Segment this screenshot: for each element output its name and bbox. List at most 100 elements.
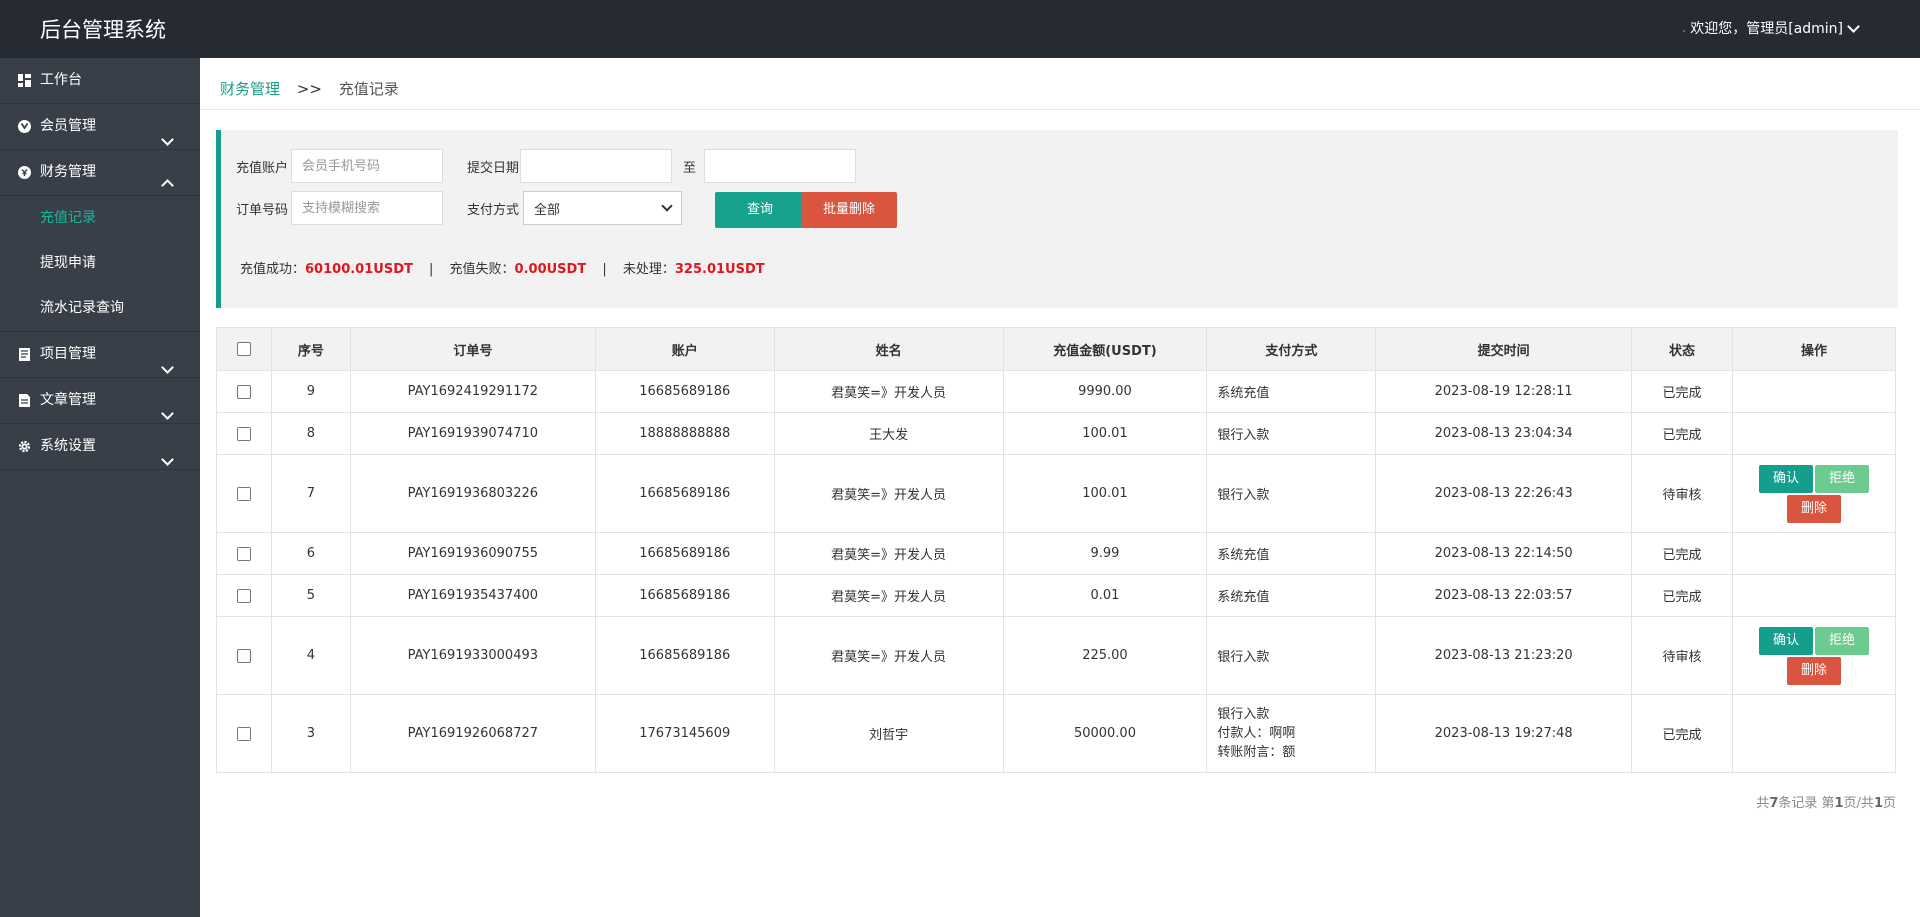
cell-time: 2023-08-13 22:03:57 (1375, 574, 1633, 617)
cell-amount: 50000.00 (1002, 694, 1208, 773)
reject-button[interactable]: 拒绝 (1815, 464, 1870, 493)
cell-no: 9 (270, 370, 351, 413)
cell-time: 2023-08-13 19:27:48 (1375, 694, 1633, 773)
pay-method-text: 银行入款 (1217, 707, 1270, 722)
row-checkbox[interactable] (236, 648, 251, 663)
cell-no: 3 (270, 694, 351, 773)
row-checkbox[interactable] (236, 384, 251, 399)
batch-delete-button[interactable]: 批量删除 (801, 192, 897, 228)
top-bar: 后台管理系统 . 欢迎您，管理员[admin] (0, 0, 1920, 58)
delete-button[interactable]: 删除 (1786, 494, 1841, 523)
success-label: 充值成功： (240, 262, 306, 277)
project-icon (19, 348, 30, 361)
confirm-button[interactable]: 确认 (1758, 464, 1813, 493)
row-select[interactable] (216, 370, 272, 413)
reject-button[interactable]: 拒绝 (1815, 626, 1870, 655)
finance-icon (18, 166, 31, 179)
row-select[interactable] (216, 412, 272, 455)
cell-status: 待审核 (1631, 616, 1733, 695)
sidebar-item-dashboard[interactable]: 工作台 (0, 58, 200, 104)
row-checkbox[interactable] (236, 546, 251, 561)
row-select[interactable] (216, 694, 272, 773)
cell-pay: 系统充值 (1206, 574, 1377, 617)
user-menu[interactable]: . 欢迎您，管理员[admin] (1682, 18, 1860, 38)
column-header: 序号 (270, 327, 351, 371)
cell-actions: 确认 拒绝 删除 (1732, 454, 1896, 533)
cell-no: 6 (270, 532, 351, 575)
row-checkbox[interactable] (236, 726, 251, 741)
cell-time: 2023-08-19 12:28:11 (1375, 370, 1633, 413)
stats-separator: | (429, 262, 434, 277)
row-select[interactable] (216, 574, 272, 617)
sidebar-subitem-withdraw-requests[interactable]: 提现申请 (0, 241, 200, 286)
date-from-input[interactable] (520, 149, 672, 183)
cell-amount: 100.01 (1002, 454, 1208, 533)
sidebar-item-settings[interactable]: 系统设置 (0, 424, 200, 470)
breadcrumb: 财务管理 >> 充值记录 (220, 78, 399, 99)
pay-method-selected: 全部 (534, 202, 561, 218)
sidebar-subitem-flow-records[interactable]: 流水记录查询 (0, 286, 200, 331)
date-label: 提交日期 (467, 161, 520, 176)
cell-time: 2023-08-13 22:26:43 (1375, 454, 1633, 533)
delete-button[interactable]: 删除 (1786, 656, 1841, 685)
account-input[interactable] (291, 149, 443, 183)
sidebar: 工作台 会员管理 财务管理 充值记录 提现申请 流水记录查询 项目管理 文章管理 (0, 58, 200, 917)
cell-pay: 系统充值 (1206, 370, 1377, 413)
confirm-button[interactable]: 确认 (1758, 626, 1813, 655)
cell-status: 已完成 (1631, 532, 1733, 575)
cell-amount: 225.00 (1002, 616, 1208, 695)
order-input[interactable] (291, 191, 443, 225)
cell-pay: 系统充值 (1206, 532, 1377, 575)
cell-actions (1732, 412, 1896, 455)
sidebar-item-finance[interactable]: 财务管理 (0, 150, 200, 196)
cell-status: 已完成 (1631, 370, 1733, 413)
date-to-input[interactable] (704, 149, 856, 183)
pagination-info: 共7条记录 第1页/共1页 (1756, 792, 1896, 811)
cell-actions: 确认 拒绝 删除 (1732, 616, 1896, 695)
cell-account: 16685689186 (594, 454, 775, 533)
row-checkbox[interactable] (236, 426, 251, 441)
cell-name: 刘哲宇 (773, 694, 1004, 773)
breadcrumb-parent[interactable]: 财务管理 (220, 80, 280, 98)
user-label: 欢迎您，管理员[admin] (1690, 21, 1843, 37)
pay-method-select[interactable]: 全部 (523, 191, 682, 225)
sidebar-item-members[interactable]: 会员管理 (0, 104, 200, 150)
cell-no: 4 (270, 616, 351, 695)
cell-order: PAY1692419291172 (349, 370, 596, 413)
query-button[interactable]: 查询 (715, 192, 805, 228)
row-checkbox[interactable] (236, 486, 251, 501)
cell-name: 君莫笑=》开发人员 (773, 574, 1004, 617)
row-select[interactable] (216, 616, 272, 695)
filter-panel: 充值账户 提交日期 至 订单号码 支付方式 全部 查询 批量删除 充值成功：60… (216, 130, 1898, 308)
row-select[interactable] (216, 454, 272, 533)
table-row: 8 PAY1691939074710 18888888888 王大发 100.0… (216, 412, 1896, 455)
column-header: 姓名 (773, 327, 1004, 371)
pager-text: 条记录 第 (1778, 796, 1835, 811)
sidebar-item-projects[interactable]: 项目管理 (0, 331, 200, 378)
cell-name: 王大发 (773, 412, 1004, 455)
fail-label: 充值失败： (449, 262, 515, 277)
dashboard-icon (18, 74, 31, 87)
sidebar-item-label: 财务管理 (40, 164, 96, 180)
pager-text: 共 (1756, 796, 1770, 811)
cell-status: 待审核 (1631, 454, 1733, 533)
column-header: 订单号 (349, 327, 596, 371)
gear-icon (18, 440, 31, 453)
row-checkbox[interactable] (236, 588, 251, 603)
cell-name: 君莫笑=》开发人员 (773, 616, 1004, 695)
cell-status: 已完成 (1631, 574, 1733, 617)
row-select[interactable] (216, 532, 272, 575)
cell-amount: 100.01 (1002, 412, 1208, 455)
pager-total: 7 (1769, 796, 1779, 811)
cell-account: 16685689186 (594, 574, 775, 617)
stats-separator: | (602, 262, 607, 277)
date-to-label: 至 (683, 161, 697, 176)
select-all-checkbox[interactable] (236, 342, 251, 356)
column-header: 操作 (1732, 327, 1896, 371)
sidebar-item-articles[interactable]: 文章管理 (0, 378, 200, 424)
chevron-up-icon (157, 164, 174, 209)
table-row: 5 PAY1691935437400 16685689186 君莫笑=》开发人员… (216, 574, 1896, 617)
cell-pay: 银行入款 (1206, 454, 1377, 533)
cell-status: 已完成 (1631, 694, 1733, 773)
select-all-header[interactable] (216, 327, 272, 371)
